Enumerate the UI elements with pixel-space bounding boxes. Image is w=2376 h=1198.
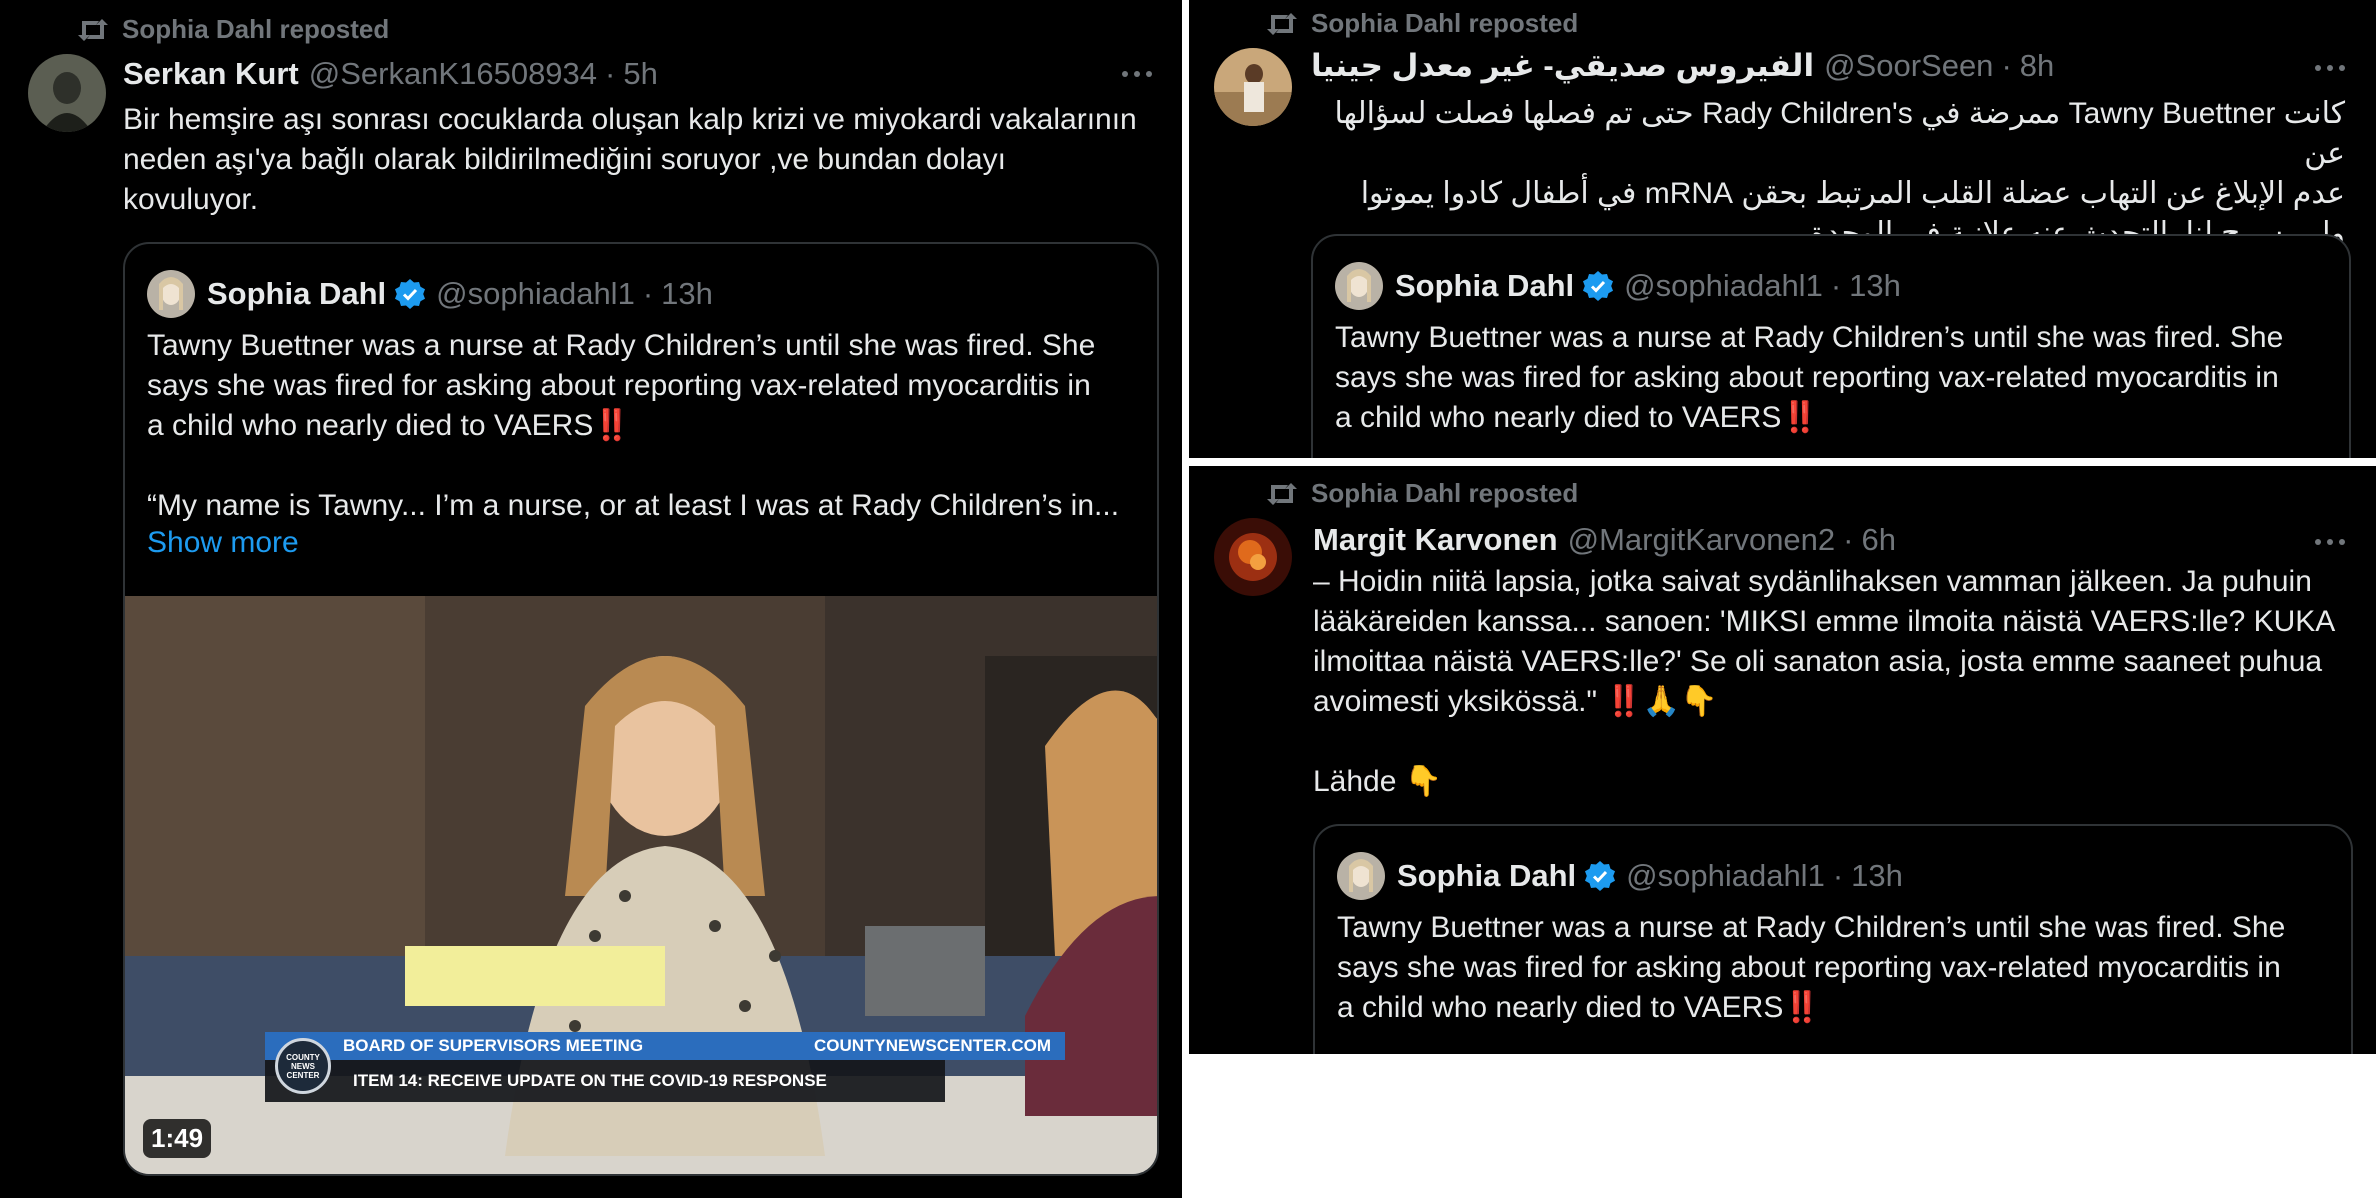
quote-author-name[interactable]: Sophia Dahl xyxy=(1395,268,1574,304)
quoted-tweet[interactable]: Sophia Dahl @sophiadahl1 · 13h Tawny Bue… xyxy=(123,242,1159,1176)
separator: · xyxy=(2001,48,2012,83)
tweet-header: الفيروس صديقي- غير معدل جينيا @SoorSeen … xyxy=(1311,48,2054,84)
tweet-serkan[interactable]: Sophia Dahl reposted Serkan Kurt @Serkan… xyxy=(0,0,1182,1198)
verified-badge-icon xyxy=(1584,860,1616,892)
quote-avatar xyxy=(1337,852,1385,900)
quoted-tweet[interactable]: Sophia Dahl @sophiadahl1 · 13h Tawny Bue… xyxy=(1311,234,2351,458)
tweet-soorseen[interactable]: Sophia Dahl reposted الفيروس صديقي- غير … xyxy=(1189,0,2376,458)
repost-context[interactable]: Sophia Dahl reposted xyxy=(1265,8,1578,39)
separator: · xyxy=(1832,858,1844,893)
verified-badge-icon xyxy=(394,278,426,310)
quote-timestamp[interactable]: 13h xyxy=(1849,268,1901,304)
quote-timestamp[interactable]: 13h xyxy=(661,276,713,312)
author-name[interactable]: Margit Karvonen xyxy=(1313,522,1558,558)
quote-timestamp[interactable]: 13h xyxy=(1851,858,1903,894)
video-duration: 1:49 xyxy=(143,1119,212,1158)
repost-icon xyxy=(1265,481,1299,507)
double-exclamation-emoji: ‼️ xyxy=(1781,401,1818,434)
quote-avatar xyxy=(147,270,195,318)
avatar[interactable] xyxy=(1214,518,1292,596)
quoted-tweet[interactable]: Sophia Dahl @sophiadahl1 · 13h Tawny Bue… xyxy=(1313,824,2353,1054)
double-exclamation-emoji: ‼️ xyxy=(593,409,630,442)
separator: · xyxy=(642,276,654,311)
repost-context[interactable]: Sophia Dahl reposted xyxy=(1265,478,1578,509)
tweet-header: Serkan Kurt @SerkanK16508934 · 5h xyxy=(123,56,658,92)
tweet-margit[interactable]: Sophia Dahl reposted Margit Karvonen @Ma… xyxy=(1189,466,2376,1054)
double-exclamation-emoji: ‼️ xyxy=(1783,991,1820,1024)
emoji-group: ‼️🙏👇 xyxy=(1605,685,1718,718)
tweet-text: – Hoidin niitä lapsia, jotka saivat sydä… xyxy=(1313,562,2353,722)
repost-context[interactable]: Sophia Dahl reposted xyxy=(76,14,389,45)
source-line: Lähde 👇 xyxy=(1313,762,1713,802)
banner-item-text: ITEM 14: RECEIVE UPDATE ON THE COVID-19 … xyxy=(265,1060,945,1102)
quote-text: Tawny Buettner was a nurse at Rady Child… xyxy=(1337,908,2341,1028)
author-name[interactable]: الفيروس صديقي- غير معدل جينيا xyxy=(1311,48,1814,84)
author-handle[interactable]: @SerkanK16508934 xyxy=(309,56,597,92)
more-options-icon[interactable] xyxy=(2315,532,2345,552)
timestamp[interactable]: 6h xyxy=(1861,522,1895,558)
video-player[interactable]: BOARD OF SUPERVISORS MEETING COUNTYNEWSC… xyxy=(125,596,1157,1174)
verified-badge-icon xyxy=(1582,270,1614,302)
banner-title: BOARD OF SUPERVISORS MEETING xyxy=(343,1036,644,1055)
repost-label: Sophia Dahl reposted xyxy=(1311,478,1579,508)
separator: · xyxy=(1843,522,1854,557)
source-label: Lähde xyxy=(1313,765,1397,798)
tweet-text: Bir hemşire aşı sonrası cocuklarda oluşa… xyxy=(123,103,1137,216)
quote-author-handle[interactable]: @sophiadahl1 xyxy=(1626,858,1825,894)
tweet-text: كانت Tawny Buettner ممرضة في Rady Childr… xyxy=(1334,97,2345,250)
quote-author-name[interactable]: Sophia Dahl xyxy=(1397,858,1576,894)
separator: · xyxy=(605,56,616,91)
author-name[interactable]: Serkan Kurt xyxy=(123,56,299,92)
repost-label: Sophia Dahl reposted xyxy=(122,14,390,44)
quote-author-handle[interactable]: @sophiadahl1 xyxy=(436,276,635,312)
quote-text-continued: “My name is Tawny... I’m a nurse, or at … xyxy=(147,489,1120,522)
banner-site: COUNTYNEWSCENTER.COM xyxy=(813,1036,1051,1055)
quote-author-name[interactable]: Sophia Dahl xyxy=(207,276,386,312)
quote-header: Sophia Dahl @sophiadahl1 · 13h xyxy=(1335,262,1901,310)
separator: · xyxy=(1830,268,1842,303)
lower-third-banner: BOARD OF SUPERVISORS MEETING COUNTYNEWSC… xyxy=(265,1032,1065,1102)
quote-text: Tawny Buettner was a nurse at Rady Child… xyxy=(147,326,1147,446)
timestamp[interactable]: 8h xyxy=(2020,48,2054,84)
quote-author-handle[interactable]: @sophiadahl1 xyxy=(1624,268,1823,304)
timestamp[interactable]: 5h xyxy=(623,56,657,92)
more-options-icon[interactable] xyxy=(1122,64,1152,84)
quote-avatar xyxy=(1335,262,1383,310)
banner-title-bar: BOARD OF SUPERVISORS MEETING COUNTYNEWSC… xyxy=(265,1032,1065,1060)
avatar[interactable] xyxy=(1214,48,1292,126)
repost-label: Sophia Dahl reposted xyxy=(1311,8,1579,38)
more-options-icon[interactable] xyxy=(2315,58,2345,78)
pointing-down-emoji: 👇 xyxy=(1404,765,1443,798)
tweet-text-body: – Hoidin niitä lapsia, jotka saivat sydä… xyxy=(1313,565,2336,718)
news-logo: COUNTY NEWS CENTER xyxy=(275,1038,331,1094)
quote-text: Tawny Buettner was a nurse at Rady Child… xyxy=(1335,318,2339,438)
quote-header: Sophia Dahl @sophiadahl1 · 13h xyxy=(147,270,713,318)
repost-icon xyxy=(76,17,110,43)
avatar[interactable] xyxy=(28,54,106,132)
tweet-header: Margit Karvonen @MargitKarvonen2 · 6h xyxy=(1313,522,1896,558)
author-handle[interactable]: @SoorSeen xyxy=(1824,48,1993,84)
quote-header: Sophia Dahl @sophiadahl1 · 13h xyxy=(1337,852,1903,900)
author-handle[interactable]: @MargitKarvonen2 xyxy=(1568,522,1836,558)
show-more-link[interactable]: Show more xyxy=(147,526,299,560)
repost-icon xyxy=(1265,11,1299,37)
